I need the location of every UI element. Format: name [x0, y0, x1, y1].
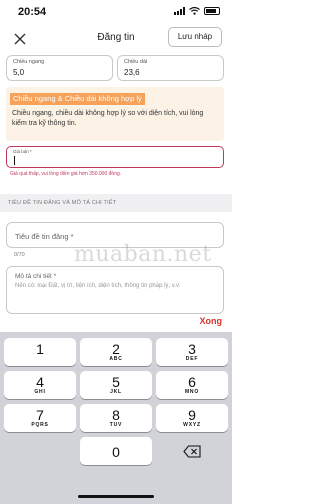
- key-letters: MNO: [184, 389, 200, 395]
- key-letters: JKL: [110, 389, 122, 395]
- status-icons: [174, 7, 220, 15]
- width-field-value: 5,0: [13, 68, 25, 77]
- width-field-label: Chiều ngang: [13, 59, 45, 65]
- status-time: 20:54: [18, 6, 47, 18]
- key-9[interactable]: 9 WXYZ: [156, 404, 228, 432]
- done-button[interactable]: Xong: [200, 316, 223, 326]
- key-2[interactable]: 2 ABC: [80, 338, 152, 366]
- warning-message: Chiều ngang, chiều dài không hợp lý so v…: [12, 110, 204, 127]
- key-digit: 7: [36, 407, 44, 423]
- backspace-icon: [183, 445, 201, 458]
- section-header: TIÊU ĐỀ TIN ĐĂNG VÀ MÔ TẢ CHI TIẾT: [0, 194, 232, 212]
- price-label: Giá bán *: [13, 149, 32, 154]
- key-3[interactable]: 3 DEF: [156, 338, 228, 366]
- description-placeholder: Nên có: loại Đất, vị trí, tiện ích, diện…: [15, 283, 181, 289]
- price-error-message: Giá quá thấp, vui lòng điền giá hơn 350.…: [10, 171, 122, 177]
- length-field-label: Chiều dài: [124, 59, 148, 65]
- key-0[interactable]: 0: [80, 437, 152, 465]
- key-letters: PQRS: [31, 422, 49, 428]
- title-char-counter: 0/70: [14, 252, 25, 258]
- listing-title-placeholder: Tiêu đề tin đăng *: [15, 232, 74, 241]
- key-digit: 9: [188, 407, 196, 423]
- length-field-value: 23,6: [124, 68, 140, 77]
- home-indicator: [78, 495, 154, 498]
- key-digit: 3: [188, 341, 196, 357]
- numeric-keyboard: 1 2 ABC 3 DEF 4 GHI 5 JKL 6 MNO 7 PQRS 8…: [0, 332, 232, 504]
- key-digit: 2: [112, 341, 120, 357]
- key-letters: GHI: [34, 389, 46, 395]
- wifi-icon: [189, 7, 200, 15]
- nav-bar: Đăng tin Lưu nháp: [0, 24, 232, 54]
- cellular-signal-icon: [174, 7, 185, 15]
- section-title: TIÊU ĐỀ TIN ĐĂNG VÀ MÔ TẢ CHI TIẾT: [8, 200, 117, 206]
- key-digit: 1: [36, 341, 44, 357]
- key-digit: 6: [188, 374, 196, 390]
- dimension-warning-box: Chiều ngang & Chiều dài không hợp lý Chi…: [6, 87, 224, 141]
- length-field[interactable]: Chiều dài 23,6: [117, 55, 224, 81]
- key-5[interactable]: 5 JKL: [80, 371, 152, 399]
- key-6[interactable]: 6 MNO: [156, 371, 228, 399]
- key-7[interactable]: 7 PQRS: [4, 404, 76, 432]
- description-input[interactable]: Mô tả chi tiết * Nên có: loại Đất, vị tr…: [6, 266, 224, 314]
- key-letters: DEF: [185, 356, 199, 362]
- description-label: Mô tả chi tiết *: [15, 273, 57, 280]
- key-digit: 8: [112, 407, 120, 423]
- battery-icon: [204, 7, 220, 15]
- save-draft-button[interactable]: Lưu nháp: [168, 27, 222, 47]
- key-8[interactable]: 8 TUV: [80, 404, 152, 432]
- backspace-key[interactable]: [156, 437, 228, 465]
- width-field[interactable]: Chiều ngang 5,0: [6, 55, 113, 81]
- watermark-logo: muaban.net: [74, 242, 212, 267]
- key-digit: 5: [112, 374, 120, 390]
- key-letters: TUV: [109, 422, 123, 428]
- key-digit: 4: [36, 374, 44, 390]
- key-letters: WXYZ: [183, 422, 201, 428]
- key-letters: ABC: [109, 356, 123, 362]
- status-bar: 20:54: [0, 0, 232, 24]
- key-digit: 0: [112, 444, 120, 460]
- warning-title: Chiều ngang & Chiều dài không hợp lý: [10, 93, 145, 105]
- keyboard-accessory-bar: Xong: [0, 314, 232, 332]
- price-input[interactable]: Giá bán *: [6, 146, 224, 168]
- key-4[interactable]: 4 GHI: [4, 371, 76, 399]
- text-caret: [14, 156, 15, 165]
- key-1[interactable]: 1: [4, 338, 76, 366]
